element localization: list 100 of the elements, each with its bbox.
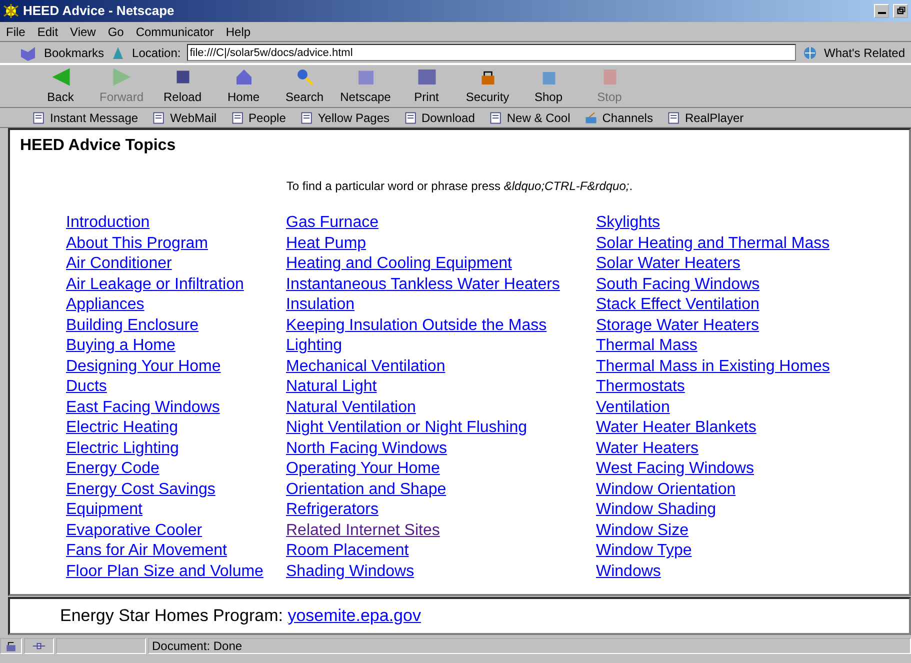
topic-link[interactable]: South Facing Windows [596, 274, 856, 296]
bookmark-link[interactable]: Instant Message [32, 108, 138, 126]
topic-link[interactable]: Air Conditioner [66, 254, 286, 275]
bookmark-icon [18, 44, 38, 60]
topic-link[interactable]: Window Orientation [596, 480, 856, 500]
home-button[interactable]: Home [213, 66, 274, 106]
bookmark-page-icon [230, 110, 245, 124]
topic-link[interactable]: Floor Plan Size and Volume [66, 562, 286, 582]
topic-link[interactable]: East Facing Windows [66, 398, 286, 418]
page-heading: HEED Advice Topics [20, 136, 177, 156]
topic-link[interactable]: Natural Ventilation [286, 398, 596, 418]
bookmark-link[interactable]: Yellow Pages [300, 108, 390, 126]
back-arrow-icon [50, 66, 70, 86]
house-icon [234, 66, 254, 86]
menu-item[interactable]: View [70, 22, 96, 40]
topic-link[interactable]: Air Leakage or Infiltration [66, 274, 286, 296]
topic-link[interactable]: Appliances [66, 295, 286, 316]
topic-link[interactable]: Introduction [66, 213, 286, 234]
topic-link[interactable]: Storage Water Heaters [596, 316, 856, 336]
topic-link[interactable]: Refrigerators [286, 500, 596, 521]
topic-link[interactable]: Insulation [286, 295, 596, 316]
topic-link[interactable]: Solar Water Heaters [596, 254, 856, 275]
window-title: HEED Advice - Netscape [23, 2, 176, 20]
topic-link[interactable]: Skylights [596, 213, 856, 234]
topic-link[interactable]: Shading Windows [286, 562, 596, 582]
search-button[interactable]: Search [274, 66, 335, 106]
bookmark-link[interactable]: People [230, 108, 286, 126]
bookmark-link[interactable]: Channels [584, 108, 653, 126]
forward-arrow-icon [112, 66, 132, 86]
reload-button[interactable]: Reload [152, 66, 213, 106]
location-label: Location: [132, 44, 181, 62]
topic-link[interactable]: Windows [596, 562, 856, 582]
back-button[interactable]: Back [30, 66, 91, 106]
topic-link[interactable]: Thermal Mass in Existing Homes [596, 356, 856, 378]
topic-link[interactable]: Electric Heating [66, 418, 286, 439]
topic-link[interactable]: Building Enclosure [66, 316, 286, 336]
topic-link[interactable]: Orientation and Shape [286, 480, 596, 500]
shop-button[interactable]: Shop [518, 66, 579, 106]
search-icon [294, 66, 314, 86]
site-link[interactable]: yosemite.epa.gov [288, 606, 421, 625]
menu-item[interactable]: Go [108, 22, 124, 40]
topic-link[interactable]: Fans for Air Movement [66, 541, 286, 562]
maximize-button[interactable] [893, 4, 908, 18]
topic-link[interactable]: Energy Cost Savings [66, 480, 286, 500]
topic-link[interactable]: Equipment [66, 500, 286, 521]
topic-link[interactable]: Thermostats [596, 377, 856, 398]
topic-link[interactable]: Related Internet Sites [286, 520, 596, 542]
bookmarks-button[interactable]: Bookmarks [44, 44, 104, 62]
bookmark-page-icon [300, 110, 314, 124]
find-hint: To find a particular word or phrase press &ldquo;CTRL-F&rdquo;. [285, 178, 634, 196]
topic-link[interactable]: Thermal Mass [596, 336, 856, 357]
program-label: Energy Star Homes Program: [60, 606, 284, 625]
topic-link[interactable]: Room Placement [286, 541, 596, 562]
minimize-button[interactable] [874, 4, 889, 18]
topic-link[interactable]: Heating and Cooling Equipment [286, 254, 596, 275]
topic-link[interactable]: Operating Your Home [286, 459, 596, 480]
bookmark-link[interactable]: RealPlayer [666, 108, 744, 126]
topic-link[interactable]: Keeping Insulation Outside the Mass [286, 316, 596, 336]
security-button[interactable]: Security [457, 66, 518, 106]
related-icon [802, 44, 818, 60]
bookmark-link[interactable]: WebMail [152, 108, 217, 126]
bookmark-page-icon [488, 110, 503, 124]
topic-link[interactable]: Window Type [596, 541, 856, 562]
topic-link[interactable]: Gas Furnace [286, 213, 596, 234]
topic-link[interactable]: Water Heater Blankets [596, 418, 856, 439]
topic-link[interactable]: Window Size [596, 520, 856, 542]
topic-link[interactable]: Solar Heating and Thermal Mass [596, 234, 856, 254]
topic-link[interactable]: Designing Your Home [66, 356, 286, 378]
topic-link[interactable]: Electric Lighting [66, 438, 286, 460]
netscape-button[interactable]: Netscape [335, 66, 396, 106]
menu-item[interactable]: File [6, 22, 26, 40]
topic-link[interactable]: Energy Code [66, 459, 286, 480]
related-button[interactable]: What's Related [824, 44, 905, 62]
topic-link[interactable]: Ventilation [596, 398, 856, 418]
topic-link[interactable]: Instantaneous Tankless Water Heaters [286, 274, 596, 296]
topic-link[interactable]: Lighting [286, 336, 596, 357]
topic-link[interactable]: Ducts [66, 377, 286, 398]
bookmark-page-icon [404, 110, 418, 124]
menu-item[interactable]: Help [226, 22, 251, 40]
bug-icon [3, 3, 19, 19]
topic-link[interactable]: About This Program [66, 234, 286, 254]
bookmark-page-icon [666, 110, 681, 124]
topic-link[interactable]: Night Ventilation or Night Flushing [286, 418, 596, 439]
topic-link[interactable]: Heat Pump [286, 234, 596, 254]
bookmark-link[interactable]: New & Cool [488, 108, 570, 126]
topic-link[interactable]: North Facing Windows [286, 438, 596, 460]
topic-link[interactable]: Mechanical Ventilation [286, 356, 596, 378]
url-field[interactable]: file:///C|/solar5w/docs/advice.html [186, 44, 796, 61]
topic-link[interactable]: Water Heaters [596, 438, 856, 460]
topic-link[interactable]: Evaporative Cooler [66, 520, 286, 542]
topic-link[interactable]: West Facing Windows [596, 459, 856, 480]
topic-link[interactable]: Stack Effect Ventilation [596, 295, 856, 316]
menu-item[interactable]: Edit [37, 22, 58, 40]
bookmark-link[interactable]: Download [404, 108, 475, 126]
print-button[interactable]: Print [396, 66, 457, 106]
bookmark-page-icon [152, 110, 166, 124]
topic-link[interactable]: Window Shading [596, 500, 856, 521]
menu-item[interactable]: Communicator [136, 22, 214, 40]
topic-link[interactable]: Buying a Home [66, 336, 286, 357]
topic-link[interactable]: Natural Light [286, 377, 596, 398]
